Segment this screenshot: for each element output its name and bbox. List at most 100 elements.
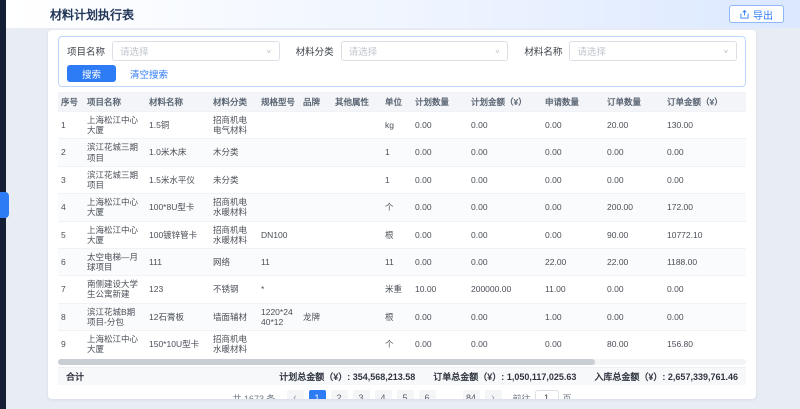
table-cell: 0.00	[604, 304, 664, 330]
goto-label: 前往	[513, 392, 531, 399]
export-button[interactable]: 导出	[729, 5, 784, 23]
table-cell	[258, 112, 300, 138]
column-header: 订单金额（¥）	[664, 93, 740, 111]
project-name-select[interactable]: 请选择 ∨	[112, 41, 280, 61]
select-placeholder: 请选择	[577, 44, 606, 58]
page-button[interactable]: 2	[331, 390, 348, 399]
search-button[interactable]: 搜索	[67, 65, 116, 82]
table-body: 1上海松江中心大厦1.5铜招商机电 电气材料kg0.000.000.0020.0…	[58, 111, 746, 357]
table-cell: 0.00	[468, 249, 542, 275]
table-cell: 11.00	[542, 276, 604, 302]
summary-row: 合计 计划总金额（¥）: 354,568,213.58 订单总金额（¥）: 1,…	[58, 367, 746, 385]
table-cell: 招商机电 水暖材料	[210, 222, 258, 248]
table-cell: 8	[58, 304, 84, 330]
table-cell	[332, 112, 382, 138]
table-cell: 10.00	[412, 276, 468, 302]
filter-label: 材料名称	[524, 44, 562, 58]
column-header: 计划数量	[412, 93, 468, 111]
table-header: 序号项目名称材料名称材料分类规格型号品牌其他属性单位计划数量计划金额（¥）申请数…	[58, 93, 746, 111]
table-cell: 0.00	[412, 331, 468, 357]
table-cell: 个	[382, 194, 412, 220]
table-cell: 1	[382, 139, 412, 165]
table-cell	[300, 112, 332, 138]
table-cell: 招商机电 水暖材料	[210, 194, 258, 220]
table-cell: 100*8U型卡	[146, 194, 210, 220]
inbound-total-value: 2,657,339,761.46	[668, 372, 738, 382]
table-cell: 2	[58, 139, 84, 165]
table-cell: 根	[382, 222, 412, 248]
table-cell: 0.00	[468, 139, 542, 165]
export-label: 导出	[753, 7, 773, 22]
table-cell: 0.00	[664, 139, 740, 165]
column-header: 计划金额（¥）	[468, 93, 542, 111]
table-cell: 20.00	[604, 112, 664, 138]
table-cell: 22.00	[604, 249, 664, 275]
table-cell: 招商机电 水暖材料	[210, 331, 258, 357]
table-cell: 0.00	[542, 222, 604, 248]
table-cell: 0.00	[468, 112, 542, 138]
table-cell: 0.00	[664, 167, 740, 193]
column-header: 申请数量	[542, 93, 604, 111]
table-cell: 10772.10	[664, 222, 740, 248]
page-button[interactable]: 4	[375, 390, 392, 399]
inbound-total-label: 入库总金额（¥）:	[594, 372, 665, 382]
inbound-total: 入库总金额（¥）: 2,657,339,761.46	[594, 370, 738, 383]
page-button[interactable]: 84	[463, 390, 480, 399]
goto-suffix: 页	[563, 392, 572, 399]
page-button[interactable]: 3	[353, 390, 370, 399]
table-cell	[258, 331, 300, 357]
table-cell	[300, 139, 332, 165]
table-cell: 0.00	[604, 139, 664, 165]
table-cell: 0.00	[412, 167, 468, 193]
table-cell: 0.00	[604, 276, 664, 302]
page-button[interactable]: 6	[419, 390, 436, 399]
column-header: 序号	[58, 93, 84, 111]
column-header: 订单数量	[604, 93, 664, 111]
column-header: 其他属性	[332, 93, 382, 111]
sidebar-toggle-handle[interactable]	[0, 192, 9, 218]
table-cell: 龙牌	[300, 304, 332, 330]
table-cell: 个	[382, 331, 412, 357]
page-button[interactable]: 1	[309, 390, 326, 399]
table-cell	[332, 139, 382, 165]
table-cell	[300, 249, 332, 275]
next-page-icon[interactable]: ›	[485, 390, 502, 399]
goto-page-input[interactable]	[535, 390, 559, 399]
filter-field-material: 材料名称 请选择 ∨	[524, 41, 737, 61]
table-cell: 1	[58, 112, 84, 138]
table-cell: 0.00	[468, 167, 542, 193]
material-category-select[interactable]: 请选择 ∨	[341, 41, 509, 61]
table-cell: 1188.00	[664, 249, 740, 275]
prev-page-icon[interactable]: ‹	[287, 390, 304, 399]
planned-total-value: 354,568,213.58	[353, 372, 416, 382]
table-cell	[300, 222, 332, 248]
table-cell: 0.00	[468, 194, 542, 220]
table-cell: 200.00	[604, 194, 664, 220]
planned-total: 计划总金额（¥）: 354,568,213.58	[279, 370, 415, 383]
page-ellipsis: ...	[441, 390, 458, 399]
table-row: 7南侧建设大学生公寓新建123不锈钢*米重10.00200000.0011.00…	[58, 275, 746, 302]
column-header: 单位	[382, 93, 412, 111]
table-cell: 0.00	[412, 194, 468, 220]
table-cell: 0.00	[412, 222, 468, 248]
clear-search-button[interactable]: 清空搜索	[130, 67, 168, 81]
table-cell: 1.00	[542, 304, 604, 330]
filter-field-project: 项目名称 请选择 ∨	[67, 41, 280, 61]
table-cell: 0.00	[412, 112, 468, 138]
table-cell: 根	[382, 304, 412, 330]
horizontal-scrollbar-thumb[interactable]	[58, 359, 595, 365]
page-button[interactable]: 5	[397, 390, 414, 399]
table-cell: 上海松江中心大厦	[84, 222, 146, 248]
table-row: 4上海松江中心大厦100*8U型卡招商机电 水暖材料个0.000.000.002…	[58, 193, 746, 220]
table-cell: 123	[146, 276, 210, 302]
table-cell: 9	[58, 331, 84, 357]
horizontal-scrollbar-track	[58, 359, 746, 365]
table-cell: 0.00	[664, 276, 740, 302]
order-total: 订单总金额（¥）: 1,050,117,025.63	[433, 370, 576, 383]
table-cell	[332, 304, 382, 330]
material-name-select[interactable]: 请选择 ∨	[569, 41, 737, 61]
table-cell	[258, 194, 300, 220]
table-cell: 上海松江中心大厦	[84, 331, 146, 357]
planned-total-label: 计划总金额（¥）:	[279, 372, 350, 382]
filter-actions: 搜索 清空搜索	[67, 65, 737, 82]
